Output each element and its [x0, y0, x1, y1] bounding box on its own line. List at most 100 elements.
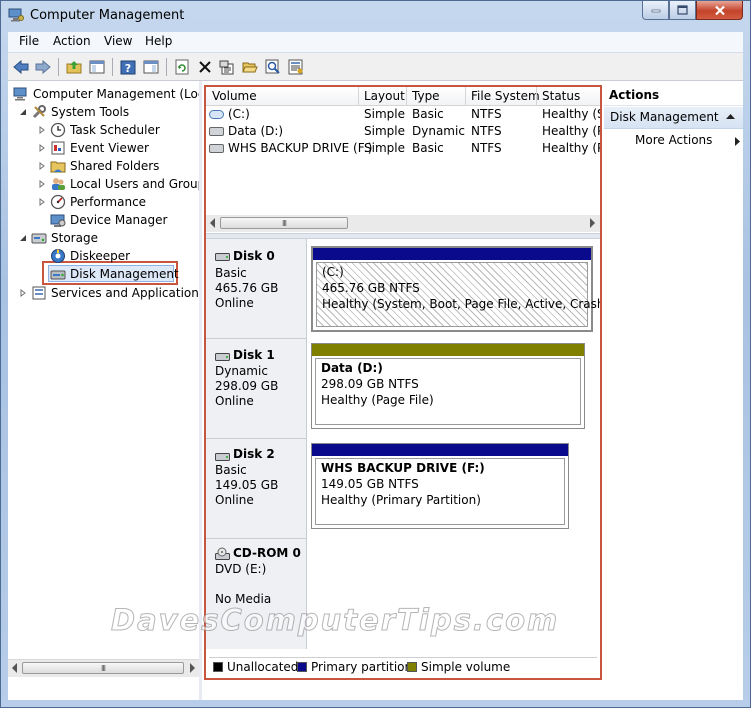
volume-layout: Simple	[364, 141, 405, 155]
expand-arrow-icon[interactable]	[37, 197, 46, 206]
partition-body: WHS BACKUP DRIVE (F:) 149.05 GB NTFS Hea…	[315, 458, 565, 525]
scroll-thumb[interactable]: III	[220, 217, 348, 229]
scroll-left-arrow-icon[interactable]	[210, 218, 215, 228]
tree-label: Disk Management	[70, 266, 179, 281]
volume-row[interactable]: (C:) Simple Basic NTFS Healthy (S	[206, 106, 600, 123]
partition-f[interactable]: WHS BACKUP DRIVE (F:) 149.05 GB NTFS Hea…	[311, 443, 569, 529]
tree-item-computer-management[interactable]: Computer Management (Local	[13, 85, 199, 102]
partition-body: (C:) 465.76 GB NTFS Healthy (System, Boo…	[316, 262, 600, 327]
volume-row[interactable]: WHS BACKUP DRIVE (F:) Simple Basic NTFS …	[206, 140, 600, 157]
tree-item-event-viewer[interactable]: Event Viewer	[37, 139, 149, 156]
expand-arrow-icon[interactable]	[37, 179, 46, 188]
tree-item-diskeeper[interactable]: Diskeeper	[50, 247, 130, 264]
collapse-arrow-icon[interactable]	[18, 233, 27, 242]
disk-info-panel[interactable]: Disk 2 Basic 149.05 GB Online	[206, 439, 307, 539]
volume-name: Data (D:)	[228, 124, 284, 138]
tree-item-system-tools[interactable]: System Tools	[18, 103, 129, 120]
title-bar[interactable]: Computer Management	[1, 1, 750, 31]
tree-item-task-scheduler[interactable]: Task Scheduler	[37, 121, 160, 138]
refresh-button[interactable]	[172, 57, 192, 77]
hard-disk-icon	[215, 353, 230, 361]
disk-name: CD-ROM 0	[233, 546, 301, 560]
partition-size: 149.05 GB NTFS	[321, 477, 419, 491]
help-icon: ?	[120, 60, 136, 75]
scroll-right-arrow-icon[interactable]	[190, 663, 195, 673]
volume-drive-icon	[209, 144, 224, 153]
show-hide-tree-button[interactable]	[87, 57, 107, 77]
volume-type: Dynamic	[412, 124, 465, 138]
expand-arrow-icon[interactable]	[37, 125, 46, 134]
disk-row-1[interactable]: Disk 1 Dynamic 298.09 GB Online Data (D:…	[206, 339, 600, 439]
column-file-system[interactable]: File System	[471, 89, 540, 103]
disk-status: Online	[215, 394, 254, 408]
scroll-thumb[interactable]: III	[22, 662, 184, 674]
partition-d[interactable]: Data (D:) 298.09 GB NTFS Healthy (Page F…	[311, 343, 585, 429]
actions-section-disk-management[interactable]: Disk Management	[604, 107, 743, 129]
tree-item-device-manager[interactable]: Device Manager	[50, 211, 167, 228]
partition-label: WHS BACKUP DRIVE (F:)	[321, 461, 485, 475]
properties-button[interactable]	[217, 57, 237, 77]
legend-swatch-primary	[297, 662, 307, 672]
tree-horizontal-scrollbar[interactable]: III	[8, 659, 199, 677]
partition-size: 298.09 GB NTFS	[321, 377, 419, 391]
primary-partition-bar	[312, 444, 568, 456]
menu-help[interactable]: Help	[142, 34, 175, 48]
volume-status: Healthy (S	[542, 107, 600, 121]
show-hide-action-pane-button[interactable]	[141, 57, 161, 77]
tree-item-storage[interactable]: Storage	[18, 229, 98, 246]
more-actions-link[interactable]: More Actions	[635, 133, 712, 147]
disk-name: Disk 0	[233, 249, 275, 263]
tree-label: Storage	[51, 230, 98, 245]
actions-header: Actions	[604, 85, 743, 106]
tree-item-performance[interactable]: Performance	[37, 193, 146, 210]
disk-info-panel[interactable]: Disk 1 Dynamic 298.09 GB Online	[206, 339, 307, 439]
disk-row-2[interactable]: Disk 2 Basic 149.05 GB Online WHS BACKUP…	[206, 439, 600, 539]
column-volume[interactable]: Volume	[212, 89, 257, 103]
disk-info-panel[interactable]: Disk 0 Basic 465.76 GB Online	[206, 239, 307, 339]
expand-arrow-icon[interactable]	[37, 143, 46, 152]
maximize-button[interactable]	[669, 1, 696, 20]
legend-swatch-unallocated	[213, 662, 223, 672]
column-type[interactable]: Type	[412, 89, 440, 103]
volume-list-horizontal-scrollbar[interactable]: III	[206, 215, 600, 232]
toolbar: ?	[8, 53, 743, 81]
tree-item-local-users[interactable]: Local Users and Groups	[37, 175, 199, 192]
collapse-up-arrow-icon[interactable]	[726, 114, 735, 120]
search-button[interactable]	[263, 57, 283, 77]
minimize-button[interactable]	[642, 1, 669, 20]
delete-button[interactable]	[195, 57, 215, 77]
volume-list-header: Volume Layout Type File System Status	[206, 87, 600, 106]
volume-drive-icon	[209, 110, 224, 119]
magnifier-icon	[265, 59, 280, 74]
expand-arrow-icon[interactable]	[18, 288, 27, 297]
column-layout[interactable]: Layout	[364, 89, 405, 103]
collapse-arrow-icon[interactable]	[18, 107, 27, 116]
menu-bar: File Action View Help	[8, 32, 743, 53]
close-button[interactable]	[696, 1, 743, 20]
volume-row[interactable]: Data (D:) Simple Dynamic NTFS Healthy (P	[206, 123, 600, 140]
menu-action[interactable]: Action	[50, 34, 94, 48]
scroll-right-arrow-icon[interactable]	[590, 218, 595, 228]
partition-status: Healthy (Page File)	[321, 393, 434, 407]
disk-type: Basic	[215, 266, 247, 280]
scroll-left-arrow-icon[interactable]	[12, 663, 17, 673]
menu-file[interactable]: File	[16, 34, 42, 48]
tree-label: Performance	[70, 194, 147, 209]
forward-button[interactable]	[33, 57, 53, 77]
services-icon	[31, 285, 47, 301]
expand-arrow-icon[interactable]	[37, 161, 46, 170]
up-one-level-button[interactable]	[64, 57, 84, 77]
tree-label: Services and Applications	[51, 285, 199, 300]
tree-item-disk-management[interactable]: Disk Management	[50, 265, 179, 282]
back-button[interactable]	[11, 57, 31, 77]
open-button[interactable]	[240, 57, 260, 77]
partition-c[interactable]: (C:) 465.76 GB NTFS Healthy (System, Boo…	[311, 246, 600, 332]
help-button[interactable]: ?	[118, 57, 138, 77]
column-status[interactable]: Status	[542, 89, 580, 103]
export-list-button[interactable]	[286, 57, 306, 77]
disk-row-0[interactable]: Disk 0 Basic 465.76 GB Online (C:) 465.7…	[206, 239, 600, 339]
menu-view[interactable]: View	[101, 34, 135, 48]
tree-item-shared-folders[interactable]: Shared Folders	[37, 157, 159, 174]
tree-item-services[interactable]: Services and Applications	[18, 284, 199, 301]
volume-file-system: NTFS	[471, 141, 502, 155]
